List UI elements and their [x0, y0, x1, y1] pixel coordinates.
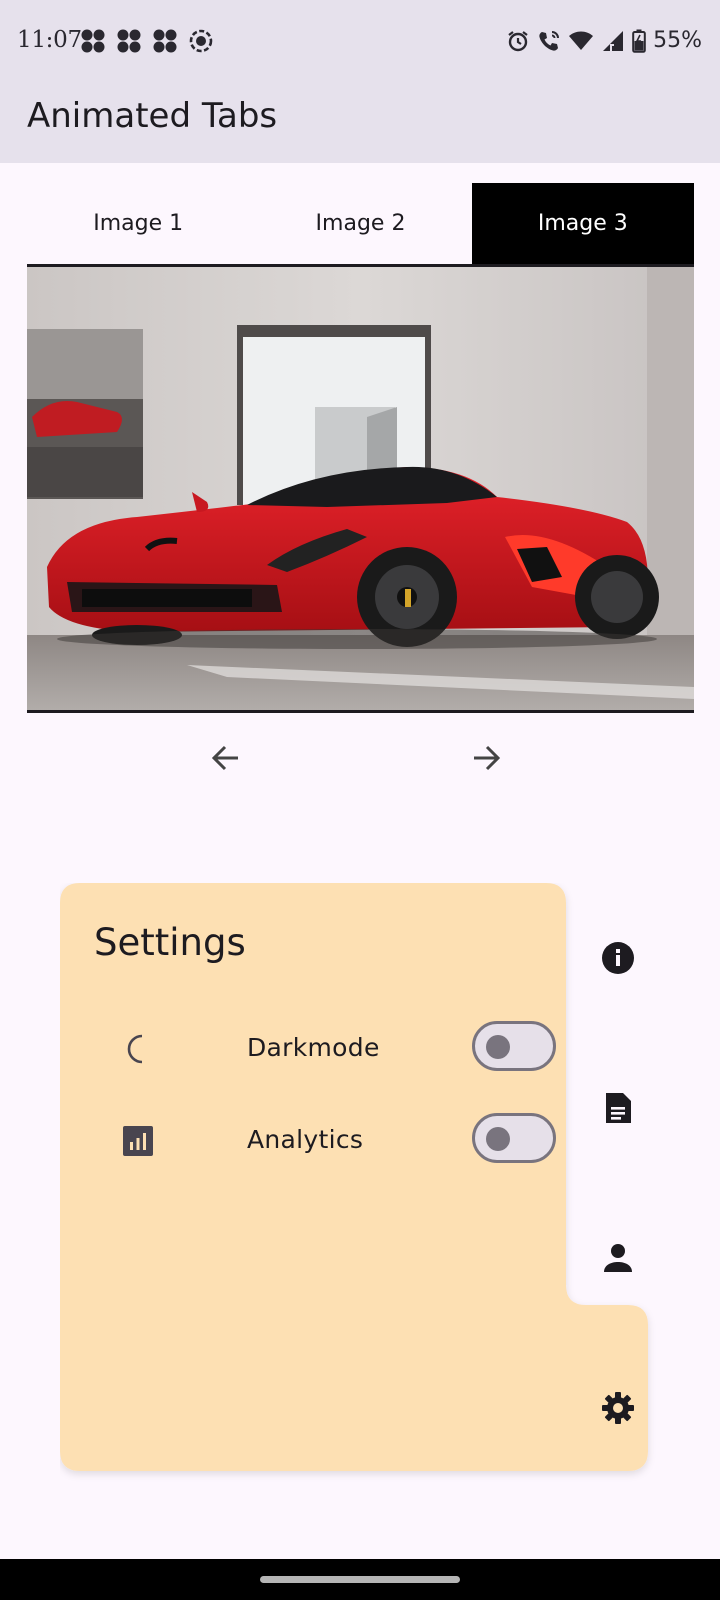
car-image — [27, 267, 694, 713]
toggle-thumb — [486, 1127, 510, 1151]
settings-title: Settings — [94, 921, 246, 964]
person-icon[interactable] — [600, 1240, 636, 1276]
fan-icon — [81, 29, 105, 53]
setting-label-darkmode: Darkmode — [247, 1033, 380, 1062]
system-icons: 55% — [506, 28, 702, 53]
target-icon — [189, 29, 213, 53]
gear-icon[interactable] — [600, 1390, 636, 1426]
app-bar: Animated Tabs — [0, 82, 720, 163]
info-icon[interactable] — [600, 940, 636, 976]
page-title: Animated Tabs — [27, 96, 278, 136]
signal-icon — [603, 30, 624, 51]
tab-image-1[interactable]: Image 1 — [27, 183, 249, 264]
battery-charging-icon — [632, 29, 646, 53]
wifi-icon — [569, 31, 594, 50]
arrow-left-icon[interactable] — [206, 738, 246, 778]
settings-panel: Settings Darkmode Analytics — [60, 883, 660, 1483]
settings-panel-background — [60, 883, 648, 1471]
fan-icon — [153, 29, 177, 53]
notification-icons — [80, 28, 214, 54]
setting-label-analytics: Analytics — [247, 1125, 364, 1154]
setting-row-analytics: Analytics — [122, 1113, 562, 1167]
analytics-toggle[interactable] — [472, 1113, 556, 1163]
home-indicator[interactable] — [260, 1576, 460, 1583]
tab-image-3[interactable]: Image 3 — [471, 183, 694, 264]
tab-label: Image 2 — [315, 211, 406, 236]
battery-percentage: 55% — [653, 28, 702, 53]
system-navigation-bar — [0, 1559, 720, 1600]
moon-icon — [127, 1034, 143, 1064]
toggle-thumb — [486, 1035, 510, 1059]
fan-icon — [117, 29, 141, 53]
tab-image-2[interactable]: Image 2 — [249, 183, 471, 264]
alarm-icon — [508, 30, 528, 51]
wifi-calling-icon — [539, 30, 560, 51]
status-time: 11:07 — [17, 27, 82, 53]
status-bar: 11:07 55% — [0, 0, 720, 82]
tab-label: Image 3 — [537, 211, 628, 236]
darkmode-toggle[interactable] — [472, 1021, 556, 1071]
tab-label: Image 1 — [93, 211, 184, 236]
tab-bar: Image 1 Image 2 Image 3 — [27, 183, 694, 267]
setting-row-darkmode: Darkmode — [122, 1021, 562, 1075]
car-photo — [27, 267, 694, 710]
arrow-right-icon[interactable] — [466, 738, 506, 778]
analytics-icon — [123, 1126, 153, 1156]
document-icon[interactable] — [600, 1090, 636, 1126]
